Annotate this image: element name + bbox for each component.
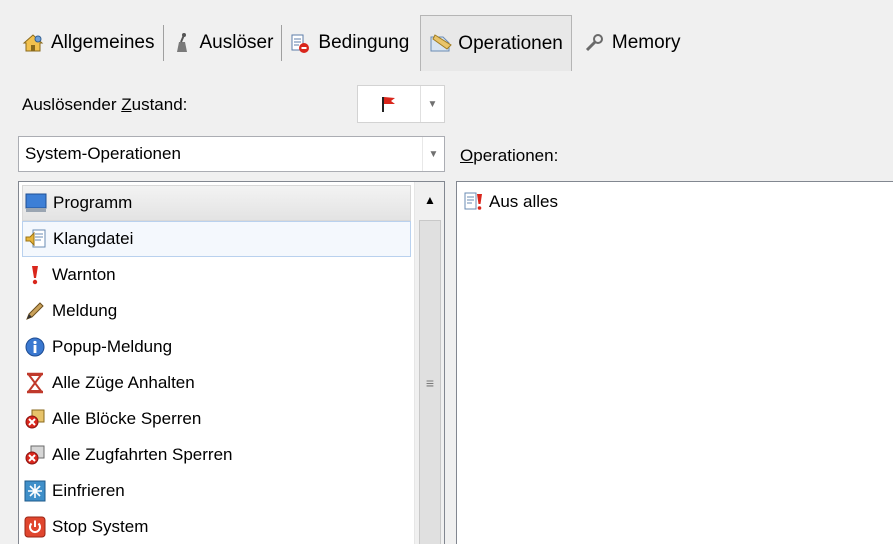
list-item-label: Aus alles xyxy=(489,192,558,211)
trigger-state-label-post: ustand: xyxy=(131,95,188,114)
grip-icon: ≡ xyxy=(425,375,435,391)
sound-file-icon xyxy=(25,228,47,250)
tab-ausloeser[interactable]: Auslöser xyxy=(162,15,282,71)
tab-label: Auslöser xyxy=(199,32,274,53)
document-warning-icon xyxy=(463,191,485,213)
tab-label: Operationen xyxy=(458,32,563,54)
block-lock-icon xyxy=(24,408,46,430)
route-lock-icon xyxy=(24,444,46,466)
list-item-programm[interactable]: Programm xyxy=(22,185,411,221)
operation-category-select[interactable]: System-Operationen ▼ xyxy=(18,136,445,172)
trigger-icon xyxy=(171,32,193,54)
list-item-stop-system[interactable]: Stop System xyxy=(22,509,411,544)
list-item-label: Einfrieren xyxy=(52,481,125,500)
operations-label: Operationen: xyxy=(460,146,558,166)
list-item-label: Stop System xyxy=(52,517,149,536)
assigned-operations-list[interactable]: Aus alles xyxy=(456,181,893,544)
scroll-up-icon[interactable]: ▲ xyxy=(415,182,444,218)
settings-house-icon xyxy=(22,32,44,54)
list-item-label: Alle Blöcke Sperren xyxy=(52,409,202,428)
trigger-state-dropdown[interactable]: ▼ xyxy=(357,85,445,123)
scrollbar-thumb[interactable]: ≡ xyxy=(419,220,441,544)
operation-category-value: System-Operationen xyxy=(25,144,181,163)
tab-strip: Allgemeines Auslöser Bedingung Operation… xyxy=(0,0,893,86)
power-icon xyxy=(24,516,46,538)
tab-allgemeines[interactable]: Allgemeines xyxy=(14,15,163,71)
trigger-state-label-accesskey: Z xyxy=(121,95,132,114)
list-item-einfrieren[interactable]: Einfrieren xyxy=(22,473,411,509)
list-item-klangdatei[interactable]: Klangdatei xyxy=(22,221,411,257)
tab-label: Bedingung xyxy=(318,32,410,53)
info-icon xyxy=(24,336,46,358)
available-operations-list[interactable]: Programm Klangdatei Warnton Meldung Popu… xyxy=(18,181,445,544)
list-item-popup-meldung[interactable]: Popup-Meldung xyxy=(22,329,411,365)
list-item-meldung[interactable]: Meldung xyxy=(22,293,411,329)
operations-label-accesskey: O xyxy=(460,146,474,165)
list-item-alle-bloecke-sperren[interactable]: Alle Blöcke Sperren xyxy=(22,401,411,437)
list-item-alle-zugfahrten-sperren[interactable]: Alle Zugfahrten Sperren xyxy=(22,437,411,473)
tab-label: Memory xyxy=(611,32,681,53)
list-item-aus-alles[interactable]: Aus alles xyxy=(463,191,558,213)
list-item-alle-zuege-anhalten[interactable]: Alle Züge Anhalten xyxy=(22,365,411,401)
list-item-label: Warnton xyxy=(52,265,116,284)
tab-bedingung[interactable]: Bedingung xyxy=(281,15,417,71)
red-flag-icon xyxy=(378,93,400,115)
list-item-label: Programm xyxy=(53,193,133,212)
exclamation-icon xyxy=(24,264,46,286)
list-item-label: Popup-Meldung xyxy=(52,337,173,356)
tab-operationen[interactable]: Operationen xyxy=(420,15,572,71)
hourglass-icon xyxy=(24,372,46,394)
list-item-label: Alle Züge Anhalten xyxy=(52,373,195,392)
list-item-warnton[interactable]: Warnton xyxy=(22,257,411,293)
trigger-state-label: Auslösender Zustand: xyxy=(22,95,187,115)
tab-memory[interactable]: Memory xyxy=(575,15,689,71)
condition-icon xyxy=(289,32,311,54)
chevron-down-icon[interactable]: ▼ xyxy=(420,86,444,122)
list-item-label: Alle Zugfahrten Sperren xyxy=(52,445,233,464)
memory-icon xyxy=(583,32,605,54)
list-item-label: Meldung xyxy=(52,301,118,320)
trigger-state-label-pre: Auslösender xyxy=(22,95,122,114)
operations-label-rest: perationen: xyxy=(473,146,559,165)
pencil-icon xyxy=(24,300,46,322)
snowflake-icon xyxy=(24,480,46,502)
tab-label: Allgemeines xyxy=(51,32,155,53)
monitor-icon xyxy=(25,192,47,214)
trigger-state-value xyxy=(358,86,420,122)
list-scrollbar[interactable]: ▲ ≡ xyxy=(414,182,444,544)
chevron-down-icon[interactable]: ▼ xyxy=(422,137,444,171)
operations-icon xyxy=(429,33,453,55)
list-item-label: Klangdatei xyxy=(53,229,134,248)
